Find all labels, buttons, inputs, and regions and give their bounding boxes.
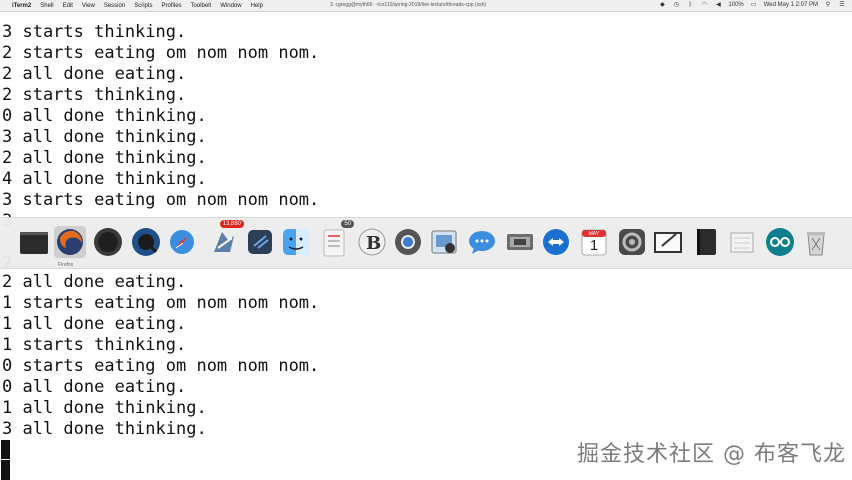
terminal-line: 3 starts eating om nom nom nom. [2, 190, 320, 210]
whiteboard-icon[interactable] [652, 226, 684, 258]
notes-badge: 50 [341, 220, 354, 228]
dock-tooltip: Firefox [58, 262, 74, 268]
terminal-line: 2 all done eating. [2, 64, 187, 84]
notebook-icon[interactable] [690, 226, 722, 258]
photos-icon[interactable] [504, 226, 536, 258]
bbedit-icon[interactable]: B [356, 226, 388, 258]
firefox-icon[interactable] [54, 226, 86, 258]
battery-percent: 100% [728, 1, 744, 8]
arduino-icon[interactable] [764, 226, 796, 258]
terminal-line: 2 all done thinking. [2, 148, 207, 168]
terminal-line: 1 starts thinking. [2, 335, 187, 355]
search-icon[interactable]: ⚲ [824, 1, 832, 8]
mail-badge: 13,880 [219, 220, 244, 228]
finder-icon[interactable] [280, 226, 312, 258]
terminal-line: 1 all done eating. [2, 314, 187, 334]
menu-iterm2[interactable]: iTerm2 [12, 3, 31, 9]
window-title: 3. cgregg@myth66: ~/cs110/spring-2019/li… [330, 2, 487, 8]
menu-view[interactable]: View [82, 3, 95, 9]
menu-toolbelt[interactable]: Toolbelt [191, 3, 212, 9]
menu-window[interactable]: Window [220, 3, 241, 9]
status-area: ◆ ◷ ᛒ ◠ ◀ 100% ▭ Wed May 1 2:07 PM ⚲ ☰ [658, 1, 846, 9]
terminal-line: 1 starts eating om nom nom nom. [2, 293, 320, 313]
safari-icon[interactable] [166, 226, 198, 258]
menu-help[interactable]: Help [251, 3, 263, 9]
quicktime-icon[interactable] [130, 226, 162, 258]
trash-icon[interactable] [800, 226, 832, 258]
xcode-tools-icon[interactable] [244, 226, 276, 258]
terminal-line: 3 all done thinking. [2, 127, 207, 147]
system-prefs-icon[interactable] [616, 226, 648, 258]
terminal-line: 0 starts eating om nom nom nom. [2, 356, 320, 376]
terminal-line: 2 all done eating. [2, 272, 187, 292]
menu-edit[interactable]: Edit [63, 3, 73, 9]
terminal-line: 2 starts thinking. [2, 85, 187, 105]
terminal-line: 4 all done thinking. [2, 169, 207, 189]
terminal-line: 3 starts thinking. [2, 22, 187, 42]
menubar: iTerm2 Shell Edit View Session Scripts P… [0, 0, 852, 12]
watermark: 掘金技术社区 @ 布客飞龙 [577, 442, 846, 467]
menu-shell[interactable]: Shell [40, 3, 53, 9]
terminal-line: 0 all done eating. [2, 377, 187, 397]
notes-icon[interactable]: 50 [318, 220, 354, 258]
menu-session[interactable]: Session [104, 3, 125, 9]
menu-scripts[interactable]: Scripts [134, 3, 152, 9]
dock: Firefox 13,880 50 B MAY 1 [0, 217, 852, 269]
terminal-line: 2 starts eating om nom nom nom. [2, 43, 320, 63]
battery-icon[interactable]: ▭ [750, 1, 758, 8]
terminal-line: 1 all done thinking. [2, 398, 207, 418]
terminal-cursor-ghost [1, 460, 10, 480]
wifi-icon[interactable]: ◠ [700, 1, 708, 8]
terminal-line: 0 all done thinking. [2, 106, 207, 126]
teamviewer-icon[interactable] [540, 226, 572, 258]
volume-icon[interactable]: ◀ [714, 1, 722, 8]
preview-icon[interactable] [428, 226, 460, 258]
terminal-cursor [1, 440, 10, 459]
timemachine-icon[interactable]: ◷ [672, 1, 680, 8]
notification-center-icon[interactable]: ☰ [838, 1, 846, 8]
mail-icon[interactable]: 13,880 [208, 220, 244, 258]
clock[interactable]: Wed May 1 2:07 PM [764, 2, 818, 8]
svg-text:B: B [366, 233, 381, 254]
paper-icon[interactable] [726, 226, 758, 258]
calendar-day: 1 [589, 237, 599, 254]
menu-profiles[interactable]: Profiles [162, 3, 182, 9]
bluetooth-icon[interactable]: ᛒ [686, 1, 694, 8]
messages-icon[interactable] [466, 226, 498, 258]
terminal-app-icon[interactable] [18, 226, 50, 258]
dark-app-icon[interactable] [92, 226, 124, 258]
calendar-icon[interactable]: MAY 1 [578, 226, 610, 258]
dropbox-icon[interactable]: ◆ [658, 1, 666, 8]
chrome-icon[interactable] [392, 226, 424, 258]
terminal-line: 3 all done thinking. [2, 419, 207, 439]
